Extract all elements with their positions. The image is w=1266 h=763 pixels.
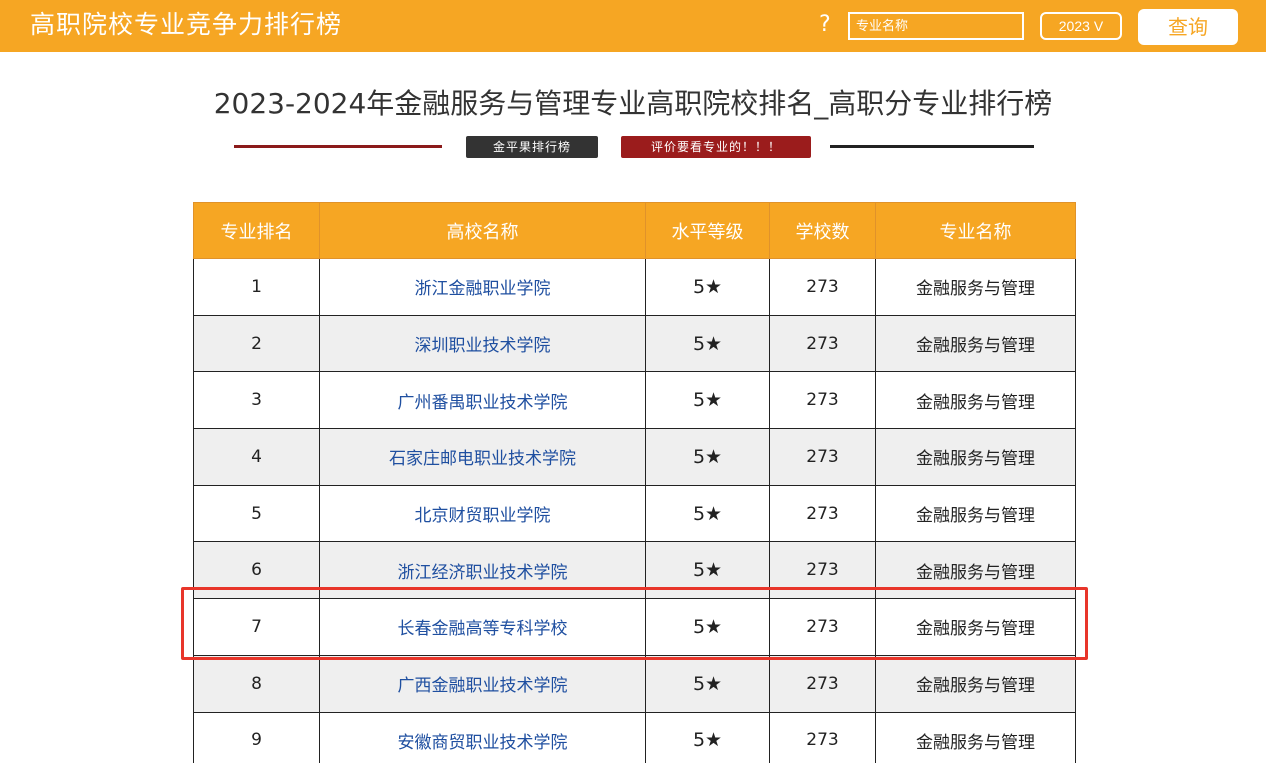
major-cell: 金融服务与管理 bbox=[875, 541, 1076, 600]
count-cell: 273 bbox=[769, 428, 876, 486]
count-cell: 273 bbox=[769, 258, 876, 316]
table-row: 2 深圳职业技术学院 5★ 273 金融服务与管理 bbox=[193, 314, 1076, 373]
count-cell: 273 bbox=[769, 484, 876, 543]
rank-cell: 4 bbox=[193, 428, 320, 486]
table-row: 3 广州番禺职业技术学院 5★ 273 金融服务与管理 bbox=[193, 371, 1076, 430]
major-cell: 金融服务与管理 bbox=[875, 711, 1076, 763]
level-cell: 5★ bbox=[645, 428, 770, 486]
school-link[interactable]: 浙江经济职业技术学院 bbox=[319, 541, 646, 600]
major-cell: 金融服务与管理 bbox=[875, 484, 1076, 543]
major-cell: 金融服务与管理 bbox=[875, 371, 1076, 430]
school-link[interactable]: 石家庄邮电职业技术学院 bbox=[319, 428, 646, 486]
level-cell: 5★ bbox=[645, 484, 770, 543]
app-title: 高职院校专业竞争力排行榜 bbox=[30, 10, 343, 39]
page-title: 2023-2024年金融服务与管理专业高职院校排名_高职分专业排行榜 bbox=[213, 87, 1053, 120]
school-link[interactable]: 北京财贸职业学院 bbox=[319, 484, 646, 543]
table-row: 9 安徽商贸职业技术学院 5★ 273 金融服务与管理 bbox=[193, 711, 1076, 763]
major-cell: 金融服务与管理 bbox=[875, 428, 1076, 486]
rank-cell: 5 bbox=[193, 484, 320, 543]
count-cell: 273 bbox=[769, 371, 876, 430]
rank-cell: 7 bbox=[193, 598, 320, 656]
column-header-major: 专业名称 bbox=[875, 202, 1076, 259]
count-cell: 273 bbox=[769, 314, 876, 373]
ranking-table: 专业排名 高校名称 水平等级 学校数 专业名称 1 浙江金融职业学院 5★ 27… bbox=[193, 202, 1076, 763]
table-row: 6 浙江经济职业技术学院 5★ 273 金融服务与管理 bbox=[193, 541, 1076, 600]
level-cell: 5★ bbox=[645, 654, 770, 713]
year-select-value: 2023 bbox=[1058, 18, 1090, 34]
rank-cell: 8 bbox=[193, 654, 320, 713]
column-header-level: 水平等级 bbox=[645, 202, 770, 259]
table-row: 1 浙江金融职业学院 5★ 273 金融服务与管理 bbox=[193, 258, 1076, 316]
rank-cell: 9 bbox=[193, 711, 320, 763]
help-icon[interactable]: ? bbox=[819, 10, 831, 40]
top-bar: 高职院校专业竞争力排行榜 ? 2023V 查询 bbox=[0, 0, 1266, 52]
brand-badge: 金平果排行榜 bbox=[466, 136, 598, 158]
school-link[interactable]: 广西金融职业技术学院 bbox=[319, 654, 646, 713]
major-cell: 金融服务与管理 bbox=[875, 654, 1076, 713]
column-header-count: 学校数 bbox=[769, 202, 876, 259]
count-cell: 273 bbox=[769, 598, 876, 656]
column-header-school: 高校名称 bbox=[319, 202, 646, 259]
table-row: 5 北京财贸职业学院 5★ 273 金融服务与管理 bbox=[193, 484, 1076, 543]
rank-cell: 2 bbox=[193, 314, 320, 373]
rank-cell: 6 bbox=[193, 541, 320, 600]
column-header-rank: 专业排名 bbox=[193, 202, 320, 259]
level-cell: 5★ bbox=[645, 541, 770, 600]
count-cell: 273 bbox=[769, 711, 876, 763]
level-cell: 5★ bbox=[645, 598, 770, 656]
table-row-highlighted: 7 长春金融高等专科学校 5★ 273 金融服务与管理 bbox=[193, 598, 1076, 656]
major-cell: 金融服务与管理 bbox=[875, 314, 1076, 373]
school-link[interactable]: 长春金融高等专科学校 bbox=[319, 598, 646, 656]
level-cell: 5★ bbox=[645, 371, 770, 430]
school-link[interactable]: 广州番禺职业技术学院 bbox=[319, 371, 646, 430]
level-cell: 5★ bbox=[645, 711, 770, 763]
query-button[interactable]: 查询 bbox=[1138, 9, 1238, 45]
major-cell: 金融服务与管理 bbox=[875, 258, 1076, 316]
level-cell: 5★ bbox=[645, 258, 770, 316]
school-link[interactable]: 安徽商贸职业技术学院 bbox=[319, 711, 646, 763]
year-select[interactable]: 2023 V bbox=[1040, 12, 1122, 40]
table-row: 8 广西金融职业技术学院 5★ 273 金融服务与管理 bbox=[193, 654, 1076, 713]
slogan-badge: 评价要看专业的！！！ bbox=[621, 136, 811, 158]
school-link[interactable]: 浙江金融职业学院 bbox=[319, 258, 646, 316]
rank-cell: 1 bbox=[193, 258, 320, 316]
count-cell: 273 bbox=[769, 541, 876, 600]
table-row: 4 石家庄邮电职业技术学院 5★ 273 金融服务与管理 bbox=[193, 428, 1076, 486]
chevron-down-icon: V bbox=[1093, 18, 1104, 34]
title-divider-left bbox=[234, 145, 442, 148]
school-link[interactable]: 深圳职业技术学院 bbox=[319, 314, 646, 373]
count-cell: 273 bbox=[769, 654, 876, 713]
level-cell: 5★ bbox=[645, 314, 770, 373]
title-divider-right bbox=[830, 145, 1034, 148]
rank-cell: 3 bbox=[193, 371, 320, 430]
major-search-input[interactable] bbox=[848, 12, 1024, 40]
major-cell: 金融服务与管理 bbox=[875, 598, 1076, 656]
table-header-row: 专业排名 高校名称 水平等级 学校数 专业名称 bbox=[193, 202, 1076, 259]
